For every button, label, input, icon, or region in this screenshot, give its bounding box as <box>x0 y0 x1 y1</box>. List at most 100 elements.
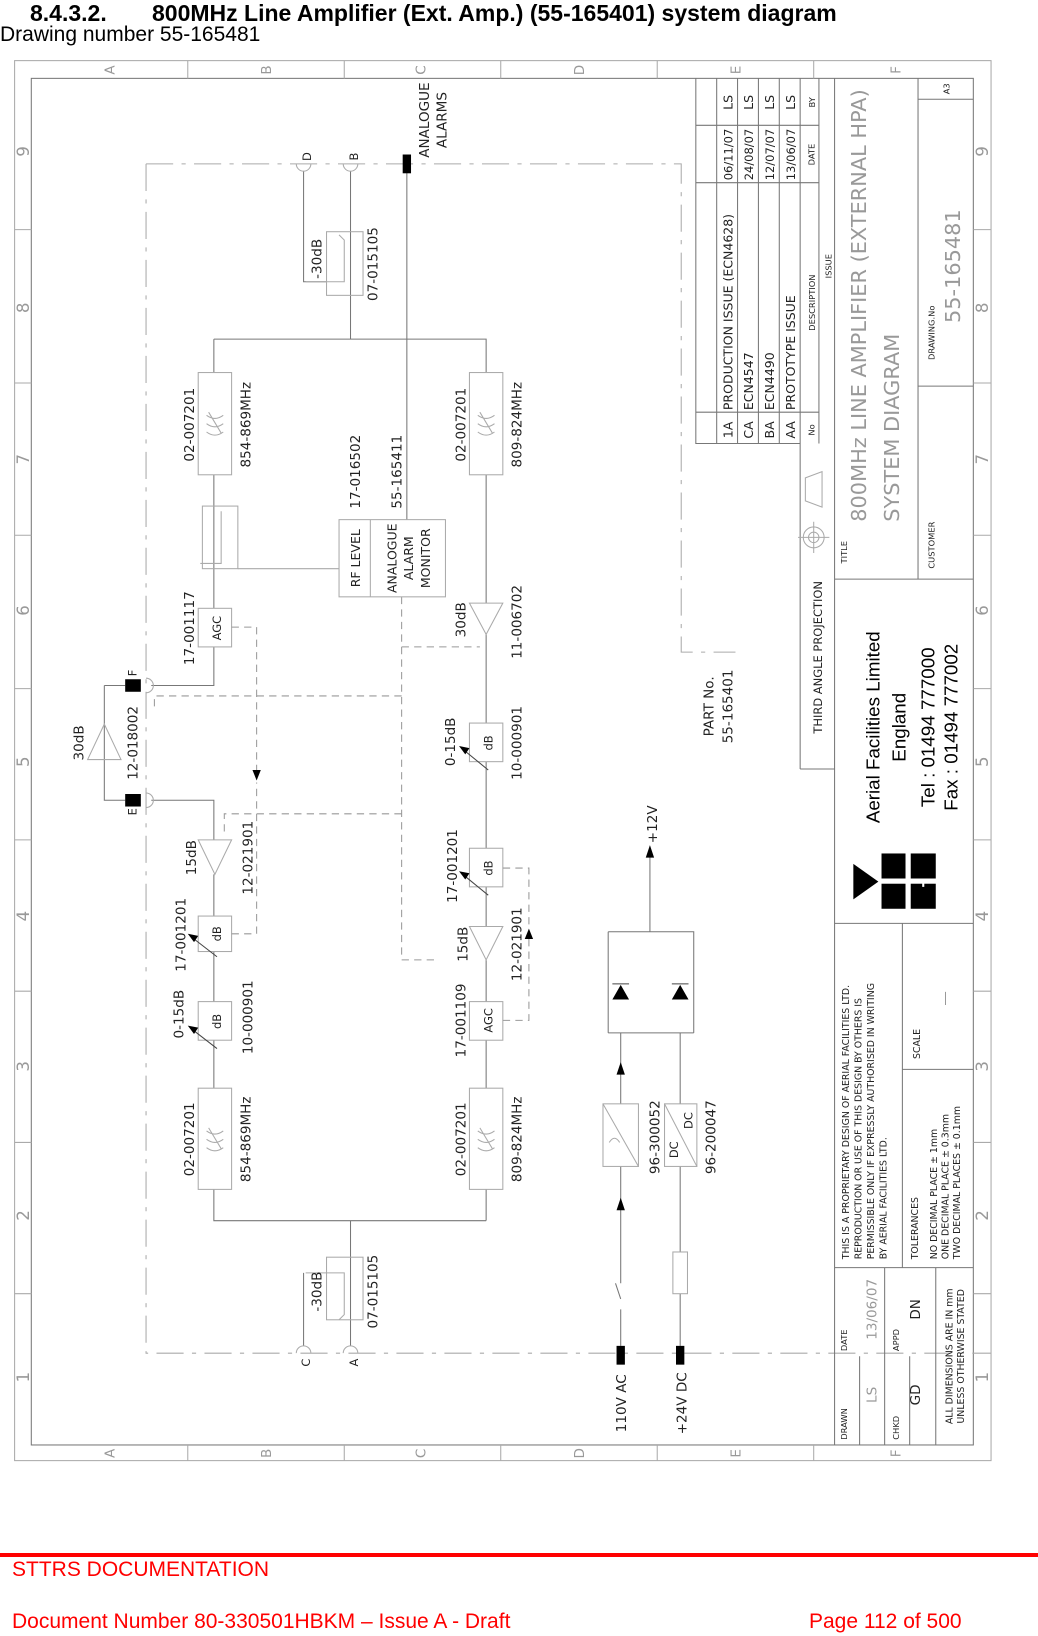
dcdc-out-label: DC <box>682 1112 696 1129</box>
system-diagram: AABBCCDDEEFF998877665544332211 <box>14 60 992 1462</box>
drawing-no-value: 55-165481 <box>941 209 965 323</box>
date-label: DATE <box>839 1329 849 1351</box>
chkd-label: CHKD <box>891 1416 901 1440</box>
top-section <box>237 154 446 598</box>
grid-row-label: 2 <box>14 1210 33 1221</box>
output-voltage-label: +12V <box>645 805 661 844</box>
drawing-no-label: DRAWING.No <box>927 306 937 360</box>
scale-label: SCALE <box>912 1029 923 1059</box>
revision-date: 13/06/07 <box>784 129 798 181</box>
grid-column-label: A <box>103 1448 119 1458</box>
filter-part-label: 02-007201 <box>453 1102 469 1176</box>
revision-by: LS <box>741 95 756 110</box>
filter-band-label: 809-824MHz <box>510 1097 526 1183</box>
amp-part-label: 12-018002 <box>126 706 142 780</box>
grid-row-label: 9 <box>14 146 33 157</box>
part-no-label: PART No. <box>702 676 718 736</box>
amp-part-label: 11-006702 <box>510 585 526 659</box>
revision-no: 1A <box>720 421 735 438</box>
grid-row-label: 8 <box>14 303 33 314</box>
grid-row-label: 1 <box>14 1372 33 1383</box>
grid-row-label: 4 <box>14 911 33 922</box>
analogue-alarms-label: ALARMS <box>434 92 450 148</box>
grid-row-label: 6 <box>14 605 33 616</box>
grid-column-label: B <box>259 1449 275 1458</box>
footer-org: STTRS DOCUMENTATION <box>12 1558 270 1581</box>
title-block-text: 1A PRODUCTION ISSUE (ECN4628) 06/11/07 LS CA… <box>720 83 967 1439</box>
copyright-line: THIS IS A PROPRIETARY DESIGN OF AERIAL F… <box>841 985 852 1260</box>
grid-column-label: D <box>572 1448 588 1458</box>
footer-divider <box>0 1553 1038 1557</box>
dimensions-note: ALL DIMENSIONS ARE IN mm <box>944 1288 955 1424</box>
revision-date: 24/08/07 <box>742 129 756 181</box>
upper-signal-chain <box>86 339 487 1222</box>
amplifier-icon <box>468 602 504 636</box>
ac-input-connector-icon <box>616 1345 625 1365</box>
date-value: 13/06/07 <box>864 1279 880 1340</box>
tolerance-line: NO DECIMAL PLACE ± 1mm <box>929 1129 940 1259</box>
tolerance-line: ONE DECIMAL PLACE ± 0.3mm <box>940 1114 951 1259</box>
grid-row-label: 4 <box>973 911 992 922</box>
company-fax: Fax : 01494 777002 <box>941 644 962 811</box>
agc-part-label: 17-001109 <box>453 983 469 1057</box>
revision-description: ECN4547 <box>741 352 756 410</box>
connector-e-icon <box>125 794 141 807</box>
dimensions-note: UNLESS OTHERWISE STATED <box>956 1289 967 1424</box>
amp-gain-label: 30dB <box>71 725 87 760</box>
tolerances-label: TOLERANCES <box>910 1197 921 1260</box>
grid-row-label: 2 <box>973 1210 992 1221</box>
coupler-value-label: -30dB <box>309 239 325 279</box>
grid-row-label: 7 <box>14 454 33 465</box>
amp-gain-label: 15dB <box>455 927 471 962</box>
rf-level-label: RF LEVEL <box>348 529 363 587</box>
chkd-value: GD <box>908 1384 924 1405</box>
grid-column-label: A <box>103 65 119 75</box>
copyright-line: PERMISSIBLE ONLY IF EXPRESSLY AUTHORISED… <box>866 983 877 1259</box>
tolerance-line: TWO DECIMAL PLACES ± 0.1mm <box>952 1106 963 1260</box>
connector-f-icon <box>125 679 141 692</box>
connector-b-label: B <box>347 153 361 161</box>
revision-by: LS <box>762 95 777 110</box>
alarm-connector-icon <box>402 154 412 174</box>
attenuator-label: dB <box>481 860 495 875</box>
bandpass-filter-icon <box>468 372 504 476</box>
drawn-value: LS <box>864 1387 880 1403</box>
connector-f-label: F <box>126 670 140 677</box>
grid-column-label: B <box>259 65 275 74</box>
attenuator-label: dB <box>210 926 224 941</box>
attenuator-part-label: 10-000901 <box>240 980 256 1054</box>
connector-c-label: C <box>299 1359 313 1367</box>
amp-part-label: 12-021901 <box>510 907 526 981</box>
revision-by: LS <box>783 95 798 110</box>
revision-no: AA <box>783 421 798 439</box>
coupler-icon <box>201 505 239 570</box>
customer-label: CUSTOMER <box>927 521 937 568</box>
grid-row-label: 3 <box>973 1061 992 1072</box>
revision-date: 06/11/07 <box>721 129 735 181</box>
company-logo <box>853 853 936 909</box>
company-name: Aerial Facilities Limited <box>862 631 883 823</box>
psu-part-label: 96-300052 <box>647 1100 663 1174</box>
dc-input-label: +24V DC <box>674 1372 690 1434</box>
grid-row-label: 5 <box>973 756 992 767</box>
title-label: TITLE <box>839 541 849 565</box>
monitor-label: ALARM <box>401 536 416 580</box>
rev-header-by: BY <box>807 96 817 107</box>
revision-by: LS <box>720 95 735 110</box>
filter-band-label: 854-869MHz <box>238 382 254 468</box>
attenuator-part-label: 10-000901 <box>510 706 526 780</box>
coupler-value-label: -30dB <box>309 1272 325 1312</box>
grid-row-label: 9 <box>973 146 992 157</box>
revision-description: PROTOTYPE ISSUE <box>783 295 798 410</box>
ac-input-label: 110V AC <box>614 1374 630 1432</box>
attenuator-part-label: 17-001201 <box>445 829 461 903</box>
grid-row-label: 5 <box>14 756 33 767</box>
connector-d-label: D <box>300 152 314 161</box>
bottom-section <box>295 1220 364 1354</box>
fuse-icon <box>672 1251 689 1295</box>
filter-band-label: 854-869MHz <box>238 1097 254 1183</box>
drawing-title-line1: 800MHz LINE AMPLIFIER (EXTERNAL HPA) <box>847 89 871 521</box>
monitor-part-label: 55-165411 <box>390 435 406 509</box>
grid-row-label: 3 <box>14 1061 33 1072</box>
amplifier-icon <box>197 839 233 876</box>
